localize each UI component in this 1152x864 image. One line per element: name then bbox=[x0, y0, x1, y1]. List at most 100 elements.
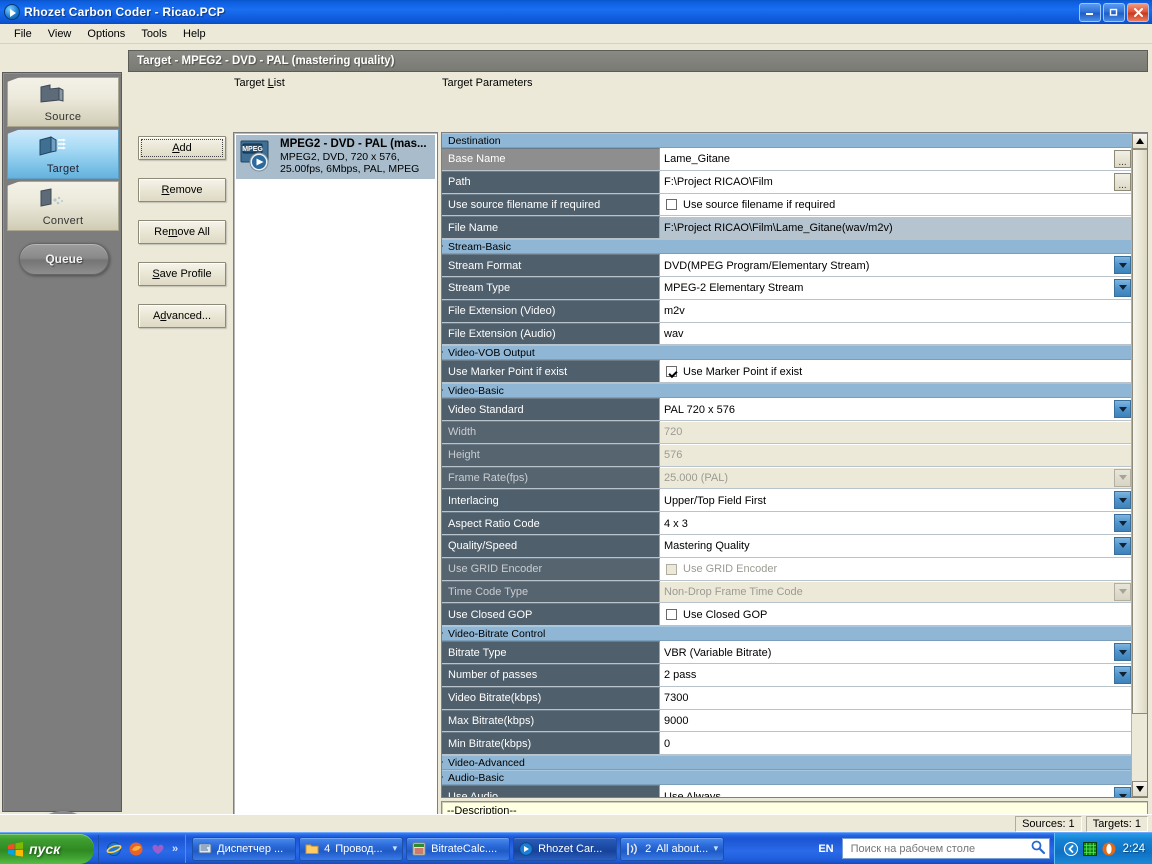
quick-launch-chevron[interactable]: » bbox=[172, 843, 178, 855]
sidebar-item-source[interactable]: Source bbox=[7, 77, 119, 127]
parameter-row[interactable]: File Name F:\Project RICAO\Film\Lame_Gita… bbox=[442, 216, 1132, 240]
browse-button[interactable]: ... bbox=[1114, 172, 1131, 191]
start-button[interactable]: пуск bbox=[0, 834, 94, 864]
parameter-value[interactable]: 2 pass bbox=[660, 663, 1132, 686]
chevron-down-icon[interactable] bbox=[1114, 278, 1131, 297]
parameter-value[interactable]: PAL 720 x 576 bbox=[660, 398, 1132, 420]
parameter-row[interactable]: Number of passes 2 pass bbox=[442, 663, 1132, 687]
remove-all-button[interactable]: Remove All bbox=[138, 220, 226, 244]
search-input[interactable] bbox=[848, 841, 1019, 856]
parameter-row[interactable]: Base Name Lame_Gitane... bbox=[442, 148, 1132, 171]
scroll-down-button[interactable] bbox=[1132, 781, 1147, 797]
close-button[interactable] bbox=[1127, 2, 1149, 22]
firefox-icon[interactable] bbox=[128, 841, 144, 857]
taskbar-task[interactable]: 4 Провод... ▾ bbox=[299, 836, 404, 861]
search-icon[interactable] bbox=[1030, 839, 1046, 858]
sidebar-item-target[interactable]: Target bbox=[7, 129, 119, 179]
menu-help[interactable]: Help bbox=[175, 26, 214, 42]
parameter-row[interactable]: Time Code Type Non-Drop Frame Time Code bbox=[442, 580, 1132, 604]
ie-icon[interactable] bbox=[106, 841, 122, 857]
parameter-value[interactable]: m2v bbox=[660, 299, 1132, 322]
language-indicator[interactable]: EN bbox=[812, 843, 839, 855]
parameter-row[interactable]: Use GRID Encoder Use GRID Encoder bbox=[442, 557, 1132, 581]
parameter-row[interactable]: File Extension (Audio) wav bbox=[442, 322, 1132, 346]
parameter-row[interactable]: Video Standard PAL 720 x 576 bbox=[442, 398, 1132, 421]
parameter-value[interactable]: MPEG-2 Elementary Stream bbox=[660, 276, 1132, 299]
menu-view[interactable]: View bbox=[40, 26, 80, 42]
parameter-value[interactable]: Use Marker Point if exist bbox=[660, 360, 1132, 383]
parameter-value[interactable]: 7300 bbox=[660, 686, 1132, 709]
parameter-row[interactable]: Bitrate Type VBR (Variable Bitrate) bbox=[442, 641, 1132, 664]
parameter-value[interactable]: DVD(MPEG Program/Elementary Stream) bbox=[660, 254, 1132, 276]
clock[interactable]: 2:24 bbox=[1123, 843, 1145, 855]
remove-button[interactable]: Remove bbox=[138, 178, 226, 202]
parameter-row[interactable]: Use Closed GOP Use Closed GOP bbox=[442, 603, 1132, 627]
parameter-value[interactable]: VBR (Variable Bitrate) bbox=[660, 641, 1132, 663]
browse-button[interactable]: ... bbox=[1114, 150, 1131, 168]
target-list[interactable]: MPEG MPEG2 - DVD - PAL (mas... MPEG2, DV… bbox=[233, 132, 438, 845]
advanced-button[interactable]: Advanced... bbox=[138, 304, 226, 328]
media-icon[interactable] bbox=[150, 841, 166, 857]
chevron-down-icon[interactable] bbox=[1114, 665, 1131, 684]
scroll-up-button[interactable] bbox=[1132, 133, 1147, 149]
chevron-down-icon[interactable] bbox=[1114, 643, 1131, 662]
parameter-value[interactable]: 4 x 3 bbox=[660, 512, 1132, 534]
parameter-value[interactable]: F:\Project RICAO\Film... bbox=[660, 170, 1132, 193]
parameter-value[interactable]: Use Always bbox=[660, 785, 1132, 797]
list-item[interactable]: MPEG MPEG2 - DVD - PAL (mas... MPEG2, DV… bbox=[236, 135, 435, 179]
parameter-row[interactable]: File Extension (Video) m2v bbox=[442, 299, 1132, 323]
desktop-search[interactable] bbox=[841, 838, 1050, 859]
chevron-down-icon[interactable] bbox=[1114, 491, 1131, 510]
parameter-value[interactable]: Use source filename if required bbox=[660, 193, 1132, 216]
chevron-down-icon[interactable] bbox=[1114, 256, 1131, 275]
chevron-down-icon[interactable] bbox=[1114, 514, 1131, 533]
parameter-row[interactable]: Use Audio Use Always bbox=[442, 785, 1132, 797]
show-hidden-icon[interactable] bbox=[1063, 841, 1078, 856]
parameter-value[interactable]: Upper/Top Field First bbox=[660, 489, 1132, 512]
taskbar-task-chevron[interactable]: ▾ bbox=[714, 843, 719, 854]
parameter-value[interactable]: Use Closed GOP bbox=[660, 603, 1132, 626]
scrollbar-thumb[interactable] bbox=[1132, 149, 1147, 714]
parameter-row[interactable]: Height 576 bbox=[442, 443, 1132, 467]
parameter-checkbox[interactable] bbox=[666, 609, 677, 621]
chevron-down-icon[interactable] bbox=[1114, 787, 1131, 797]
green-grid-icon[interactable] bbox=[1082, 841, 1097, 856]
maximize-button[interactable] bbox=[1103, 2, 1125, 22]
parameter-row[interactable]: Stream Type MPEG-2 Elementary Stream bbox=[442, 276, 1132, 300]
taskbar-task[interactable]: Rhozet Car... bbox=[513, 836, 618, 861]
taskbar-task-chevron[interactable]: ▾ bbox=[393, 843, 398, 854]
taskbar-task[interactable]: BitrateCalc.... bbox=[406, 836, 511, 861]
sidebar-item-convert[interactable]: Convert bbox=[7, 181, 119, 231]
menu-options[interactable]: Options bbox=[79, 26, 133, 42]
parameter-row[interactable]: Stream Format DVD(MPEG Program/Elementary… bbox=[442, 254, 1132, 277]
parameter-row[interactable]: Quality/Speed Mastering Quality bbox=[442, 534, 1132, 558]
taskbar-task[interactable]: 2 All about... ▾ bbox=[620, 836, 725, 861]
add-button[interactable]: Add bbox=[138, 136, 226, 160]
parameter-checkbox[interactable] bbox=[666, 199, 677, 211]
chevron-down-icon[interactable] bbox=[1114, 536, 1131, 555]
parameter-value[interactable]: wav bbox=[660, 322, 1132, 345]
parameter-value[interactable]: 0 bbox=[660, 732, 1132, 755]
parameter-row[interactable]: Aspect Ratio Code 4 x 3 bbox=[442, 512, 1132, 535]
parameters-grid[interactable]: Destination Base Name Lame_Gitane... Path F:… bbox=[441, 132, 1148, 798]
parameters-scrollbar[interactable] bbox=[1131, 133, 1147, 797]
parameter-value[interactable]: Lame_Gitane... bbox=[660, 148, 1132, 170]
parameter-row[interactable]: Use Marker Point if exist Use Marker Poin… bbox=[442, 360, 1132, 384]
parameter-checkbox[interactable] bbox=[666, 366, 677, 378]
minimize-button[interactable] bbox=[1079, 2, 1101, 22]
parameter-value[interactable]: Mastering Quality bbox=[660, 534, 1132, 557]
taskbar-task[interactable]: Диспетчер ... bbox=[192, 836, 297, 861]
chevron-down-icon[interactable] bbox=[1114, 400, 1131, 419]
queue-button[interactable]: Queue bbox=[19, 243, 109, 275]
parameter-row[interactable]: Video Bitrate(kbps) 7300 bbox=[442, 686, 1132, 710]
parameter-row[interactable]: Interlacing Upper/Top Field First bbox=[442, 489, 1132, 513]
parameter-row[interactable]: Max Bitrate(kbps) 9000 bbox=[442, 709, 1132, 733]
menu-file[interactable]: File bbox=[6, 26, 40, 42]
save-profile-button[interactable]: Save Profile bbox=[138, 262, 226, 286]
opera-icon[interactable] bbox=[1102, 842, 1116, 856]
parameter-value[interactable]: 9000 bbox=[660, 709, 1132, 732]
menu-tools[interactable]: Tools bbox=[133, 26, 175, 42]
parameter-row[interactable]: Path F:\Project RICAO\Film... bbox=[442, 170, 1132, 194]
parameter-row[interactable]: Use source filename if required Use sourc… bbox=[442, 193, 1132, 217]
parameter-row[interactable]: Frame Rate(fps) 25.000 (PAL) bbox=[442, 466, 1132, 490]
